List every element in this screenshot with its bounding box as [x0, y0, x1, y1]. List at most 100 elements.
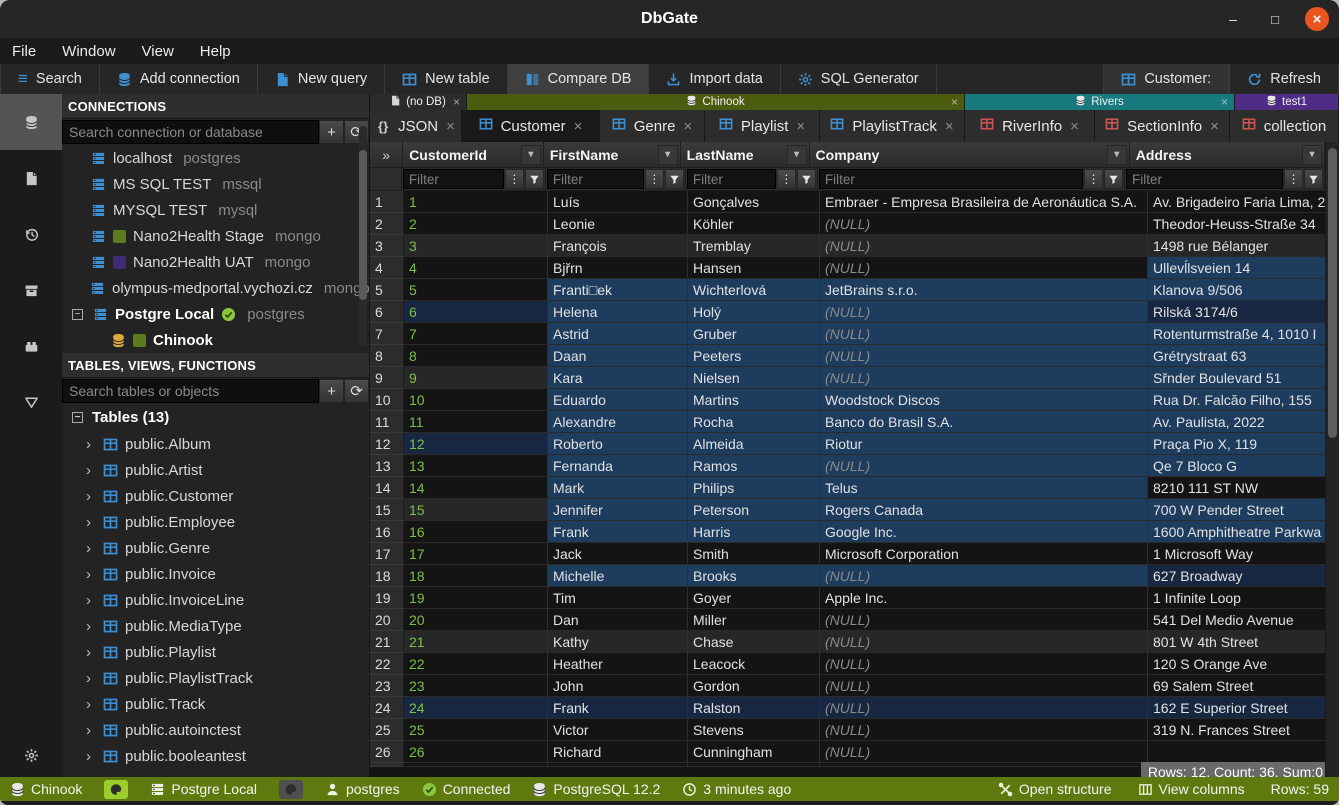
cell-id[interactable]: 10 [404, 389, 548, 411]
funnel-icon[interactable] [665, 169, 684, 189]
cell-id[interactable]: 5 [404, 279, 548, 301]
cell-id[interactable]: 22 [404, 653, 548, 675]
activity-settings[interactable] [0, 727, 62, 783]
row-number[interactable]: 1 [370, 191, 404, 213]
tab-group-test1[interactable]: test1 [1235, 94, 1339, 110]
cell-company[interactable]: (NULL) [820, 367, 1148, 389]
cell-id[interactable]: 6 [404, 301, 548, 323]
row-number[interactable]: 22 [370, 653, 404, 675]
row-number[interactable]: 13 [370, 455, 404, 477]
maximize-button[interactable]: □ [1263, 7, 1287, 31]
cell-address[interactable]: 162 E Superior Street [1148, 697, 1325, 719]
row-number[interactable]: 3 [370, 235, 404, 257]
cell-company[interactable]: (NULL) [820, 565, 1148, 587]
cell-last[interactable]: Smith [688, 543, 820, 565]
tab-collection[interactable]: collection [1230, 110, 1339, 142]
cell-address[interactable]: Theodor-Heuss-Straße 34 [1148, 213, 1325, 235]
cell-last[interactable]: Gonçalves [688, 191, 820, 213]
close-button[interactable]: × [1305, 7, 1329, 31]
chevron-right-icon[interactable]: › [86, 670, 96, 687]
cell-id[interactable]: 11 [404, 411, 548, 433]
row-number[interactable]: 5 [370, 279, 404, 301]
cell-company[interactable]: (NULL) [820, 213, 1148, 235]
objects-search-input[interactable] [62, 379, 319, 403]
row-number[interactable]: 26 [370, 741, 404, 763]
refresh-objects-button[interactable]: ⟳ [344, 379, 369, 403]
cell-address[interactable]: 69 Salem Street [1148, 675, 1325, 697]
activity-connections[interactable] [0, 94, 62, 150]
cell-first[interactable]: Fernanda [548, 455, 688, 477]
connections-search-input[interactable] [62, 120, 319, 144]
filter-menu-icon[interactable]: ⋮ [1084, 169, 1103, 189]
filter-input[interactable] [547, 169, 644, 189]
toolbar-new-table-button[interactable]: New table [385, 64, 507, 94]
table-item[interactable]: ›public.Customer [62, 483, 369, 509]
cell-id[interactable]: 4 [404, 257, 548, 279]
activity-history[interactable] [0, 206, 62, 262]
activity-files[interactable] [0, 150, 62, 206]
cell-last[interactable]: Goyer [688, 587, 820, 609]
table-item[interactable]: ›public.Artist [62, 457, 369, 483]
tab-riverinfo[interactable]: RiverInfo× [965, 110, 1095, 142]
funnel-icon[interactable] [1104, 169, 1123, 189]
cell-company[interactable]: (NULL) [820, 741, 1148, 763]
cell-company[interactable]: (NULL) [820, 653, 1148, 675]
menu-item-window[interactable]: Window [62, 43, 115, 60]
cell-last[interactable]: Gruber [688, 323, 820, 345]
cell-first[interactable]: Kara [548, 367, 688, 389]
cell-last[interactable]: Köhler [688, 213, 820, 235]
chevron-right-icon[interactable]: › [86, 748, 96, 765]
cell-first[interactable]: John [548, 675, 688, 697]
cell-company[interactable]: Banco do Brasil S.A. [820, 411, 1148, 433]
close-group-icon[interactable]: × [951, 95, 958, 109]
cell-company[interactable]: (NULL) [820, 455, 1148, 477]
close-tab-icon[interactable]: × [446, 118, 455, 135]
cell-company[interactable]: (NULL) [820, 719, 1148, 741]
tab-playlisttrack[interactable]: PlaylistTrack× [820, 110, 965, 142]
cell-first[interactable]: Franti□ek [548, 279, 688, 301]
connection-item[interactable]: Chinook [62, 327, 369, 353]
funnel-icon[interactable] [525, 169, 544, 189]
cell-address[interactable]: 319 N. Frances Street [1148, 719, 1325, 741]
column-menu-icon[interactable]: ▾ [1302, 145, 1322, 165]
cell-company[interactable]: (NULL) [820, 631, 1148, 653]
cell-address[interactable]: Qe 7 Bloco G [1148, 455, 1325, 477]
row-number[interactable]: 9 [370, 367, 404, 389]
cell-address[interactable] [1148, 741, 1325, 763]
cell-address[interactable]: 120 S Orange Ave [1148, 653, 1325, 675]
cell-company[interactable]: Microsoft Corporation [820, 543, 1148, 565]
cell-address[interactable]: Grétrystraat 63 [1148, 345, 1325, 367]
cell-last[interactable]: Leacock [688, 653, 820, 675]
close-tab-icon[interactable]: × [683, 118, 692, 135]
chevron-right-icon[interactable]: › [86, 462, 96, 479]
cell-first[interactable]: Frank [548, 697, 688, 719]
cell-company[interactable]: (NULL) [820, 323, 1148, 345]
cell-id[interactable]: 26 [404, 741, 548, 763]
connection-item[interactable]: localhostpostgres [62, 145, 369, 171]
cell-company[interactable]: (NULL) [820, 301, 1148, 323]
chevron-right-icon[interactable]: › [86, 540, 96, 557]
cell-company[interactable]: JetBrains s.r.o. [820, 279, 1148, 301]
cell-address[interactable]: 801 W 4th Street [1148, 631, 1325, 653]
tab-group-chinook[interactable]: Chinook× [467, 94, 965, 110]
cell-id[interactable]: 16 [404, 521, 548, 543]
tab-customer[interactable]: Customer× [462, 110, 600, 142]
cell-first[interactable]: Victor [548, 719, 688, 741]
cell-first[interactable]: Heather [548, 653, 688, 675]
cell-id[interactable]: 17 [404, 543, 548, 565]
activity-archive[interactable] [0, 262, 62, 318]
toolbar-sql-generator-button[interactable]: SQL Generator [781, 64, 937, 94]
column-header-company[interactable]: Company▾ [810, 142, 1130, 168]
connection-item[interactable]: −Postgre Localpostgres [62, 301, 369, 327]
cell-company[interactable]: Rogers Canada [820, 499, 1148, 521]
cell-last[interactable]: Peeters [688, 345, 820, 367]
cell-company[interactable]: Telus [820, 477, 1148, 499]
cell-last[interactable]: Stevens [688, 719, 820, 741]
cell-first[interactable]: Jack [548, 543, 688, 565]
column-header-firstname[interactable]: FirstName▾ [544, 142, 681, 168]
cell-address[interactable]: Rotenturmstraße 4, 1010 I [1148, 323, 1325, 345]
activity-filters[interactable] [0, 374, 62, 430]
filter-menu-icon[interactable]: ⋮ [1284, 169, 1303, 189]
cell-first[interactable]: Kathy [548, 631, 688, 653]
toolbar-new-query-button[interactable]: New query [258, 64, 385, 94]
